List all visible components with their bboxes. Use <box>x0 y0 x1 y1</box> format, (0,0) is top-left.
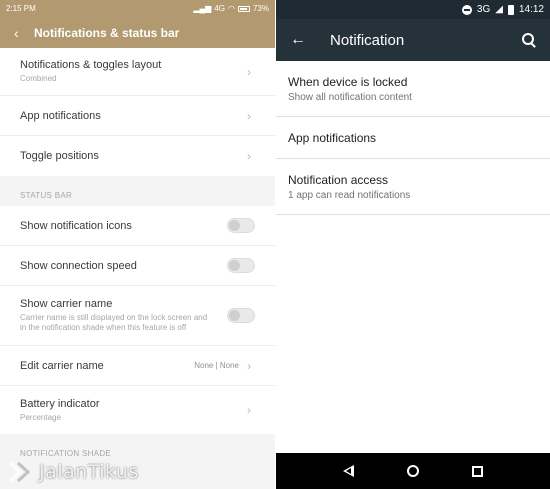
top-settings-list: Notifications & toggles layout Combined … <box>0 48 275 176</box>
chevron-right-icon: › <box>247 108 251 123</box>
notification-settings-list: When device is locked Show all notificat… <box>276 61 550 215</box>
signal-icon: ▂▄▆ <box>193 4 212 13</box>
signal-icon: ◢ <box>495 4 503 15</box>
battery-icon <box>237 5 250 12</box>
section-header-status-bar: STATUS BAR <box>0 176 275 206</box>
list-item-show-carrier-name[interactable]: Show carrier name Carrier name is still … <box>0 286 275 346</box>
section-header-notification-shade: NOTIFICATION SHADE <box>0 434 275 464</box>
item-title: Show notification icons <box>20 219 132 232</box>
item-title: Notifications & toggles layout <box>20 59 162 71</box>
item-subtitle: Carrier name is still displayed on the l… <box>20 313 208 332</box>
item-subtitle: Combined <box>20 74 57 83</box>
item-title: Show connection speed <box>20 259 137 272</box>
network-type: 4G <box>214 4 225 13</box>
nav-home-icon[interactable] <box>406 465 419 477</box>
list-item-app-notifications[interactable]: App notifications › <box>0 96 275 136</box>
item-title: Notification access <box>288 172 389 187</box>
toggle-switch[interactable] <box>227 308 255 323</box>
item-title: Toggle positions <box>20 150 99 162</box>
left-toolbar: ‹ Notifications & status bar <box>0 17 275 48</box>
list-item-notification-access[interactable]: Notification access 1 app can read notif… <box>276 159 550 215</box>
item-value: None | None <box>194 361 239 370</box>
item-title: Show carrier name <box>20 298 113 310</box>
list-item-show-notification-icons[interactable]: Show notification icons <box>0 206 275 246</box>
search-icon[interactable] <box>522 33 536 47</box>
item-subtitle: 1 app can read notifications <box>288 189 411 201</box>
list-item-notifications-toggles-layout[interactable]: Notifications & toggles layout Combined … <box>0 48 275 96</box>
list-item-edit-carrier-name[interactable]: Edit carrier name None | None › <box>0 346 275 386</box>
status-time: 2:15 PM <box>6 4 36 13</box>
list-item-toggle-positions[interactable]: Toggle positions › <box>0 136 275 176</box>
list-item-when-device-locked[interactable]: When device is locked Show all notificat… <box>276 61 550 117</box>
status-time: 14:12 <box>518 4 544 15</box>
list-item-battery-indicator[interactable]: Battery indicator Percentage › <box>0 386 275 434</box>
battery-icon <box>507 4 514 15</box>
wifi-icon: ◠ <box>228 4 235 13</box>
item-title: Battery indicator <box>20 397 100 410</box>
nav-recents-icon[interactable] <box>472 465 484 477</box>
left-status-bar: 2:15 PM ▂▄▆ 4G ◠ 73% <box>0 0 275 17</box>
watermark: JalanTikus <box>8 461 139 483</box>
right-phone-screen: 3G ◢ 14:12 ← Notification When device is… <box>276 0 550 489</box>
item-title: App notifications <box>288 130 377 145</box>
chevron-right-icon: › <box>247 64 251 79</box>
chevron-right-icon: › <box>247 403 251 417</box>
battery-percent: 73% <box>252 4 269 13</box>
chevron-right-icon: › <box>247 149 251 163</box>
nav-back-icon[interactable] <box>342 465 354 477</box>
right-toolbar: ← Notification <box>276 19 550 61</box>
item-title: When device is locked <box>288 74 408 89</box>
right-status-bar: 3G ◢ 14:12 <box>276 0 550 19</box>
back-arrow-icon[interactable]: ‹ <box>14 25 24 41</box>
list-item-show-connection-speed[interactable]: Show connection speed <box>0 246 275 286</box>
item-title: App notifications <box>20 109 101 122</box>
chevron-right-icon: › <box>247 358 251 373</box>
watermark-text: JalanTikus <box>39 461 139 483</box>
item-subtitle: Show all notification content <box>288 91 412 103</box>
navigation-bar <box>276 453 550 489</box>
list-item-app-notifications[interactable]: App notifications <box>276 117 550 159</box>
toggle-switch[interactable] <box>227 218 255 233</box>
page-title: Notification <box>330 31 405 49</box>
item-title: Edit carrier name <box>20 359 104 372</box>
page-title: Notifications & status bar <box>34 25 180 40</box>
toggle-switch[interactable] <box>227 258 255 273</box>
watermark-logo-icon <box>8 461 31 483</box>
network-type: 3G <box>476 4 491 15</box>
left-phone-screen: 2:15 PM ▂▄▆ 4G ◠ 73% ‹ Notifications & s… <box>0 0 275 489</box>
do-not-disturb-icon <box>461 4 472 15</box>
item-subtitle: Percentage <box>20 412 61 422</box>
status-bar-settings-list: Show notification icons Show connection … <box>0 206 275 434</box>
back-arrow-icon[interactable]: ← <box>290 31 310 49</box>
